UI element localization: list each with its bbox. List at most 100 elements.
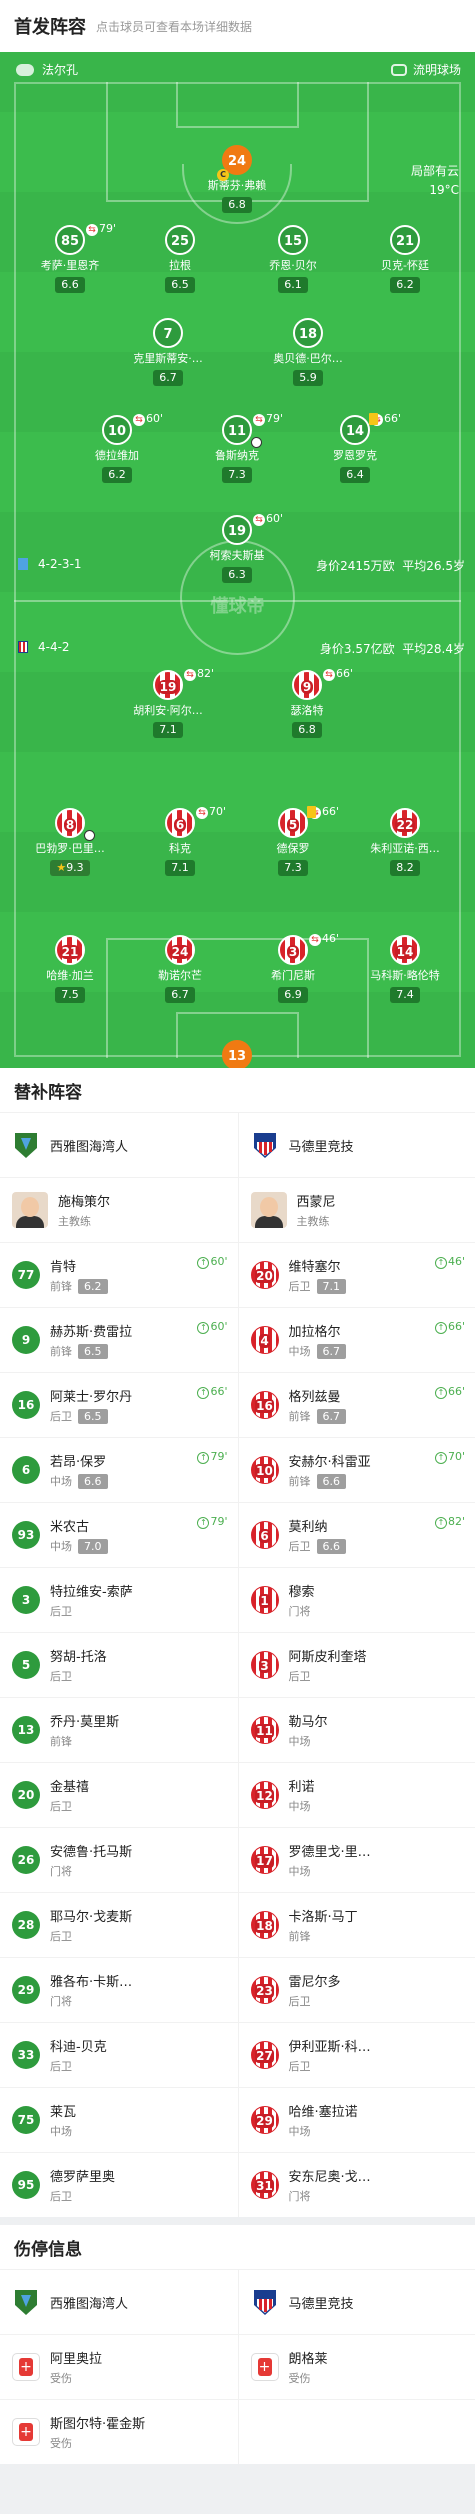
jersey-number: 7 — [153, 318, 183, 348]
player-position: 中场 — [289, 1863, 371, 1879]
player-19[interactable]: 19⇆82'胡利安·阿尔…7.1 — [120, 670, 216, 738]
sub-player[interactable]: 16阿莱士·罗尔丹后卫6.5↑66' — [0, 1373, 238, 1437]
player-18[interactable]: 18奥贝德·巴尔…5.9 — [260, 318, 356, 386]
player-9[interactable]: 9⇆66'瑟洛特6.8 — [259, 670, 355, 738]
player-name: 奥贝德·巴尔… — [260, 350, 356, 366]
player-5[interactable]: 5⇆66'德保罗7.3 — [245, 808, 341, 876]
player-21[interactable]: 21哈维·加兰7.5 — [22, 935, 118, 1003]
player-position: 门将 — [289, 1603, 315, 1619]
sub-player[interactable]: 26安德鲁·托马斯门将 — [0, 1828, 238, 1892]
player-10[interactable]: 10⇆60'德拉维加6.2 — [69, 415, 165, 483]
sub-player[interactable]: 12利诺中场 — [238, 1763, 475, 1827]
stadium-icon — [391, 64, 407, 76]
sub-player[interactable]: 20金基禧后卫 — [0, 1763, 238, 1827]
sub-player[interactable]: 9赫苏斯·费雷拉前锋6.5↑60' — [0, 1308, 238, 1372]
sub-player[interactable]: 4加拉格尔中场6.7↑66' — [238, 1308, 475, 1372]
sub-player[interactable]: 29哈维·塞拉诺中场 — [238, 2088, 475, 2152]
jersey-number: 29 — [251, 2106, 279, 2134]
jersey-number: 11 — [222, 415, 252, 445]
sub-in-badge: ↑66' — [197, 1385, 227, 1399]
sub-player[interactable]: 18卡洛斯·马丁前锋 — [238, 1893, 475, 1957]
injured-player[interactable]: 阿里奥拉受伤 — [0, 2335, 238, 2399]
sub-player[interactable]: 5努胡-托洛后卫 — [0, 1633, 238, 1697]
injury-teams-row: 西雅图海湾人 马德里竞技 — [0, 2269, 475, 2334]
home-team-cell[interactable]: 西雅图海湾人 — [0, 2270, 238, 2334]
sub-out-badge: ⇆82' — [184, 667, 214, 681]
sub-player[interactable]: 17罗德里戈·里…中场 — [238, 1828, 475, 1892]
player-11[interactable]: 11⇆79'鲁斯纳克7.3 — [189, 415, 285, 483]
captain-badge: C — [217, 169, 229, 181]
player-position: 前锋 — [289, 1928, 358, 1944]
player-name: 胡利安·阿尔… — [120, 702, 216, 718]
sub-out-icon: ⇆ — [253, 414, 265, 426]
player-25[interactable]: 25拉根6.5 — [132, 225, 228, 293]
sub-player[interactable]: 3特拉维安-索萨后卫 — [0, 1568, 238, 1632]
sub-player[interactable]: 75莱瓦中场 — [0, 2088, 238, 2152]
player-24[interactable]: 24C斯蒂芬·弗赖6.8 — [189, 145, 285, 213]
away-team-cell[interactable]: 马德里竞技 — [238, 1113, 475, 1177]
sub-player[interactable]: 77肯特前锋6.2↑60' — [0, 1243, 238, 1307]
sub-player[interactable]: 16格列兹曼前锋6.7↑66' — [238, 1373, 475, 1437]
player-name: 朗格莱 — [289, 2348, 328, 2367]
player-position: 后卫 — [50, 2188, 115, 2204]
sub-player[interactable]: 11勒马尔中场 — [238, 1698, 475, 1762]
weather-temp: 19°C — [411, 181, 459, 200]
player-14[interactable]: 14马科斯·略伦特7.4 — [357, 935, 453, 1003]
sub-player[interactable]: 6若昂·保罗中场6.6↑79' — [0, 1438, 238, 1502]
jersey-number: 21 — [55, 935, 85, 965]
medical-kit-icon — [12, 2353, 40, 2381]
home-coach[interactable]: 施梅策尔主教练 — [0, 1178, 238, 1242]
sub-player[interactable]: 95德罗萨里奥后卫 — [0, 2153, 238, 2217]
player-21[interactable]: 21贝克-怀廷6.2 — [357, 225, 453, 293]
player-13[interactable]: 13奥布拉克7.1 — [189, 1040, 285, 1068]
player-position: 前锋6.7 — [289, 1408, 347, 1424]
sub-player[interactable]: 27伊利亚斯·科…后卫 — [238, 2023, 475, 2087]
player-7[interactable]: 7克里斯蒂安·…6.7 — [120, 318, 216, 386]
sub-player[interactable]: 1穆索门将 — [238, 1568, 475, 1632]
player-22[interactable]: 22朱利亚诺·西…8.2 — [357, 808, 453, 876]
sub-in-icon: ↑ — [435, 1387, 447, 1399]
injured-player[interactable]: 朗格莱受伤 — [238, 2335, 475, 2399]
player-85[interactable]: 85⇆79'考萨·里恩齐6.6 — [22, 225, 118, 293]
sub-out-badge: ⇆46' — [309, 932, 339, 946]
player-name: 雷尼尔多 — [289, 1971, 341, 1990]
sub-player[interactable]: 6莫利纳后卫6.6↑82' — [238, 1503, 475, 1567]
jersey-number: 18 — [251, 1911, 279, 1939]
jersey-number: 11 — [251, 1716, 279, 1744]
player-15[interactable]: 15乔恩·贝尔6.1 — [245, 225, 341, 293]
sub-player[interactable]: 23雷尼尔多后卫 — [238, 1958, 475, 2022]
sub-player[interactable]: 10安赫尔·科雷亚前锋6.6↑70' — [238, 1438, 475, 1502]
sub-player[interactable]: 29雅各布·卡斯…门将 — [0, 1958, 238, 2022]
sub-out-icon: ⇆ — [196, 807, 208, 819]
injured-player[interactable]: 斯图尔特·霍金斯受伤 — [0, 2400, 238, 2464]
sub-player[interactable]: 31安东尼奥·戈…门将 — [238, 2153, 475, 2217]
sub-row: 28耶马尔·戈麦斯后卫18卡洛斯·马丁前锋 — [0, 1892, 475, 1957]
sub-player[interactable]: 93米农古中场7.0↑79' — [0, 1503, 238, 1567]
player-rating: 6.4 — [340, 467, 370, 483]
player-name: 朱利亚诺·西… — [357, 840, 453, 856]
sub-player[interactable]: 20维特塞尔后卫7.1↑46' — [238, 1243, 475, 1307]
jersey-number: 13 — [222, 1040, 252, 1068]
away-team-cell[interactable]: 马德里竞技 — [238, 2270, 475, 2334]
away-coach[interactable]: 西蒙尼主教练 — [238, 1178, 475, 1242]
sub-out-badge: ⇆60' — [133, 412, 163, 426]
home-team-cell[interactable]: 西雅图海湾人 — [0, 1113, 238, 1177]
player-rating: 6.2 — [102, 467, 132, 483]
player-19[interactable]: 19⇆60'柯索夫斯基6.3 — [189, 515, 285, 583]
sub-player[interactable]: 13乔丹·莫里斯前锋 — [0, 1698, 238, 1762]
sub-player[interactable]: 33科迪-贝克后卫 — [0, 2023, 238, 2087]
player-6[interactable]: 6⇆70'科克7.1 — [132, 808, 228, 876]
jersey-number: 4 — [251, 1326, 279, 1354]
player-3[interactable]: 3⇆46'希门尼斯6.9 — [245, 935, 341, 1003]
jersey-number: 10 — [102, 415, 132, 445]
coach-name: 西蒙尼 — [297, 1191, 336, 1210]
player-8[interactable]: 8巴勃罗·巴里…★9.3 — [22, 808, 118, 876]
player-rating: 8.2 — [390, 860, 420, 876]
sub-player[interactable]: 3阿斯皮利奎塔后卫 — [238, 1633, 475, 1697]
player-24[interactable]: 24勒诺尔芒6.7 — [132, 935, 228, 1003]
medical-kit-icon — [251, 2353, 279, 2381]
player-14[interactable]: 14⇆66'罗恩罗克6.4 — [307, 415, 403, 483]
sub-player[interactable]: 28耶马尔·戈麦斯后卫 — [0, 1893, 238, 1957]
player-position: 中场 — [50, 2123, 76, 2139]
home-team-name: 西雅图海湾人 — [50, 1136, 128, 1155]
